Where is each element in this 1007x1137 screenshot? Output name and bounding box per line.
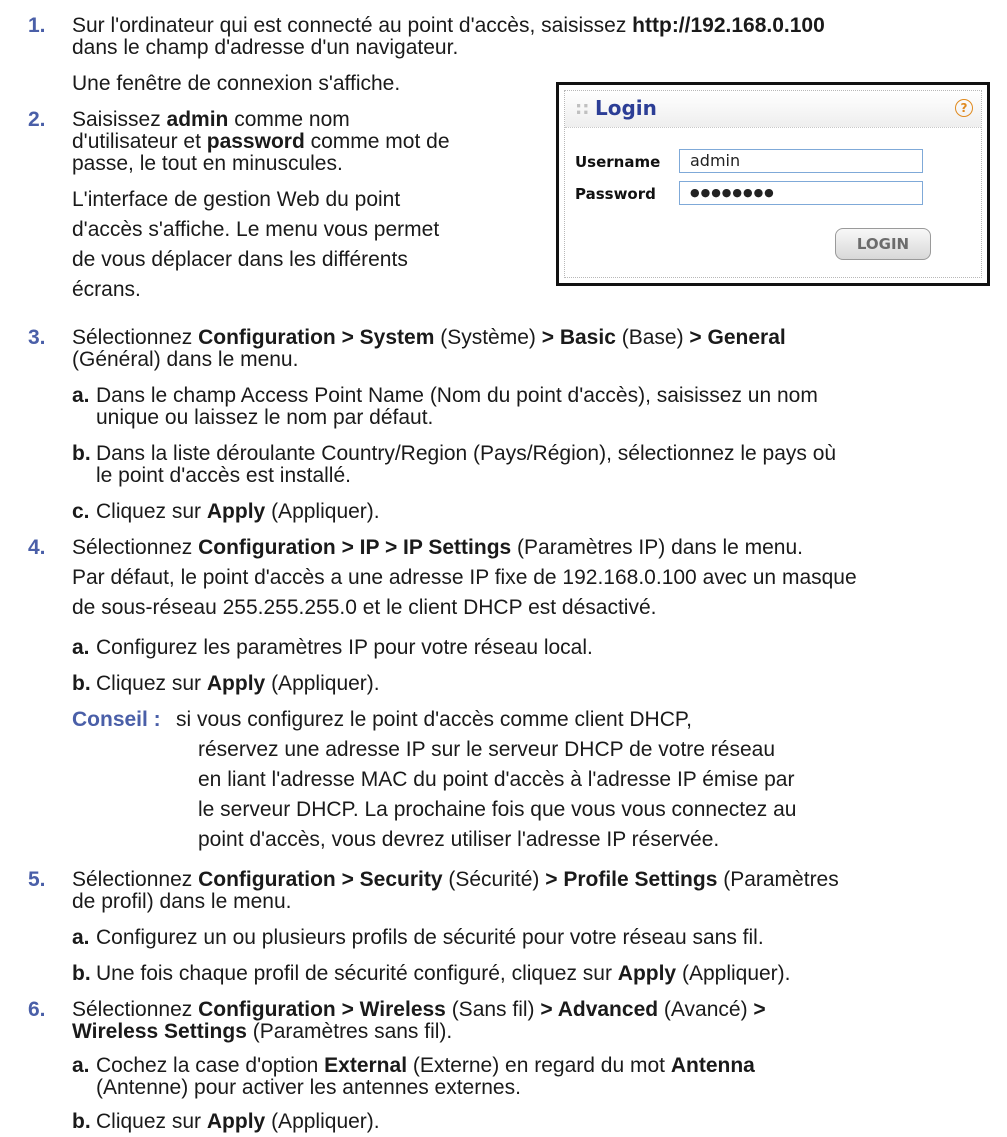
step-3b-label: b. — [72, 442, 91, 465]
step-3b-line-1: Dans la liste déroulante Country/Region … — [96, 442, 837, 465]
step-1-number: 1. — [28, 14, 46, 37]
login-header: :: Login ? — [565, 91, 981, 128]
step-1-note: Une fenêtre de connexion s'affiche. — [72, 72, 401, 95]
step-4-para-2: de sous-réseau 255.255.255.0 et le clien… — [72, 596, 657, 619]
step-2-number: 2. — [28, 108, 46, 131]
tip-line-5: point d'accès, vous devrez utiliser l'ad… — [198, 828, 720, 851]
step-4b-line: Cliquez sur Apply (Appliquer). — [96, 672, 380, 695]
password-label: Password — [575, 185, 656, 203]
step-3-number: 3. — [28, 326, 46, 349]
step-4a-line: Configurez les paramètres IP pour votre … — [96, 636, 593, 659]
step-5-line-1: Sélectionnez Configuration > Security (S… — [72, 868, 839, 891]
step-4-line-1: Sélectionnez Configuration > IP > IP Set… — [72, 536, 803, 559]
tip-label: Conseil : — [72, 708, 161, 731]
step-6-line-2: Wireless Settings (Paramètres sans fil). — [72, 1020, 453, 1043]
step-4a-label: a. — [72, 636, 90, 659]
step-6b-label: b. — [72, 1110, 91, 1133]
step-2-note-1: L'interface de gestion Web du point — [72, 188, 401, 211]
tip-line-1: si vous configurez le point d'accès comm… — [176, 708, 693, 731]
step-3b-line-2: le point d'accès est installé. — [96, 464, 351, 487]
step-2-note-3: de vous déplacer dans les différents — [72, 248, 408, 271]
step-6a-line-1: Cochez la case d'option External (Extern… — [96, 1054, 755, 1077]
step-6-number: 6. — [28, 998, 46, 1021]
login-title: Login — [595, 96, 657, 120]
step-5b-label: b. — [72, 962, 91, 985]
step-6a-line-2: (Antenne) pour activer les antennes exte… — [96, 1076, 521, 1099]
step-6b-line: Cliquez sur Apply (Appliquer). — [96, 1110, 380, 1133]
tip-line-2: réservez une adresse IP sur le serveur D… — [198, 738, 775, 761]
step-5-number: 5. — [28, 868, 46, 891]
help-icon[interactable]: ? — [955, 99, 973, 117]
password-input[interactable]: ●●●●●●●● — [679, 181, 923, 205]
step-6-line-1: Sélectionnez Configuration > Wireless (S… — [72, 998, 766, 1021]
step-3a-line-2: unique ou laissez le nom par défaut. — [96, 406, 434, 429]
step-2-line-3: passe, le tout en minuscules. — [72, 152, 343, 175]
step-4-number: 4. — [28, 536, 46, 559]
step-2-note-4: écrans. — [72, 278, 141, 301]
step-3c-label: c. — [72, 500, 90, 523]
step-3a-label: a. — [72, 384, 90, 407]
step-5b-line: Une fois chaque profil de sécurité confi… — [96, 962, 791, 985]
step-4b-label: b. — [72, 672, 91, 695]
step-1-line-2: dans le champ d'adresse d'un navigateur. — [72, 36, 459, 59]
username-label: Username — [575, 153, 661, 171]
login-panel-inner: :: Login ? Username admin Password ●●●●●… — [564, 90, 982, 278]
step-4-para-1: Par défaut, le point d'accès a une adres… — [72, 566, 857, 589]
step-2-note-2: d'accès s'affiche. Le menu vous permet — [72, 218, 440, 241]
step-1-line-1: Sur l'ordinateur qui est connecté au poi… — [72, 14, 825, 37]
step-3c-line: Cliquez sur Apply (Appliquer). — [96, 500, 380, 523]
login-button[interactable]: LOGIN — [835, 228, 931, 260]
step-2-line-1: Saisissez admin comme nom — [72, 108, 350, 131]
drag-handle-icon: :: — [575, 98, 590, 119]
url-text: http://192.168.0.100 — [632, 14, 825, 37]
step-3-line-1: Sélectionnez Configuration > System (Sys… — [72, 326, 786, 349]
tip-line-4: le serveur DHCP. La prochaine fois que v… — [198, 798, 797, 821]
step-2-line-2: d'utilisateur et password comme mot de — [72, 130, 450, 153]
step-3-line-2: (Général) dans le menu. — [72, 348, 299, 371]
step-6a-label: a. — [72, 1054, 90, 1077]
username-input[interactable]: admin — [679, 149, 923, 173]
step-5a-label: a. — [72, 926, 90, 949]
step-3a-line-1: Dans le champ Access Point Name (Nom du … — [96, 384, 818, 407]
step-5a-line: Configurez un ou plusieurs profils de sé… — [96, 926, 764, 949]
login-panel: :: Login ? Username admin Password ●●●●●… — [556, 82, 990, 286]
step-5-line-2: de profil) dans le menu. — [72, 890, 292, 913]
tip-line-3: en liant l'adresse MAC du point d'accès … — [198, 768, 795, 791]
